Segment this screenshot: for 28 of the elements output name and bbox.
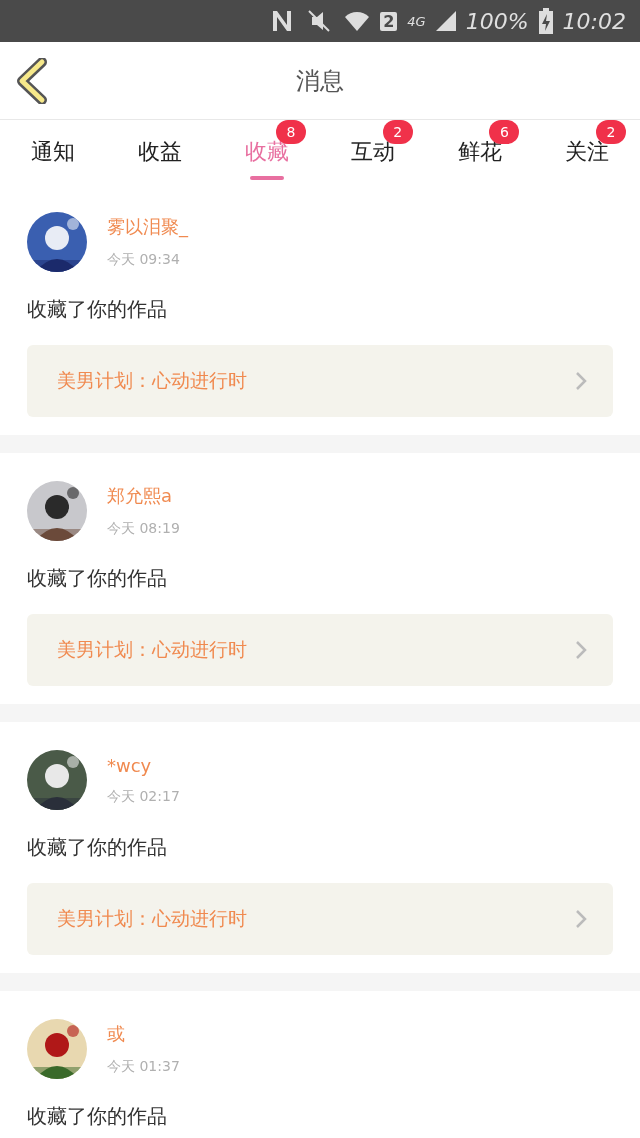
chevron-right-icon [575,640,587,660]
chevron-right-icon [575,371,587,391]
battery-percent: 100% [465,8,529,34]
tab-indicator [249,176,284,180]
back-button[interactable] [16,57,50,104]
user-name: 或 [107,1022,126,1046]
page-title: 消息 [296,65,344,97]
clock: 10:02 [562,8,626,34]
tab[interactable]: 鲜花 6 [426,120,534,184]
network-label: 4G [407,13,426,29]
message-text: 收藏了你的作品 [27,565,168,592]
message-text: 收藏了你的作品 [27,296,168,323]
message-text: 收藏了你的作品 [27,1103,168,1130]
user-name: 郑允熙a [107,484,174,508]
user-name: 雾以泪聚_ [107,215,188,239]
message-time: 今天 09:34 [107,251,181,269]
battery-icon [538,8,553,34]
tab[interactable]: 通知 [0,120,107,184]
signal-icon [435,11,456,31]
user-name: *wcy [107,754,153,776]
sim-label: 2 [380,11,398,31]
message-time: 今天 02:17 [107,787,180,806]
message-time: 今天 08:19 [107,520,180,538]
chevron-right-icon [575,909,587,929]
tab[interactable]: 收益 [106,120,214,184]
wifi-icon [344,9,371,33]
message-text: 收藏了你的作品 [27,834,168,861]
message-time: 今天 01:37 [107,1058,180,1076]
